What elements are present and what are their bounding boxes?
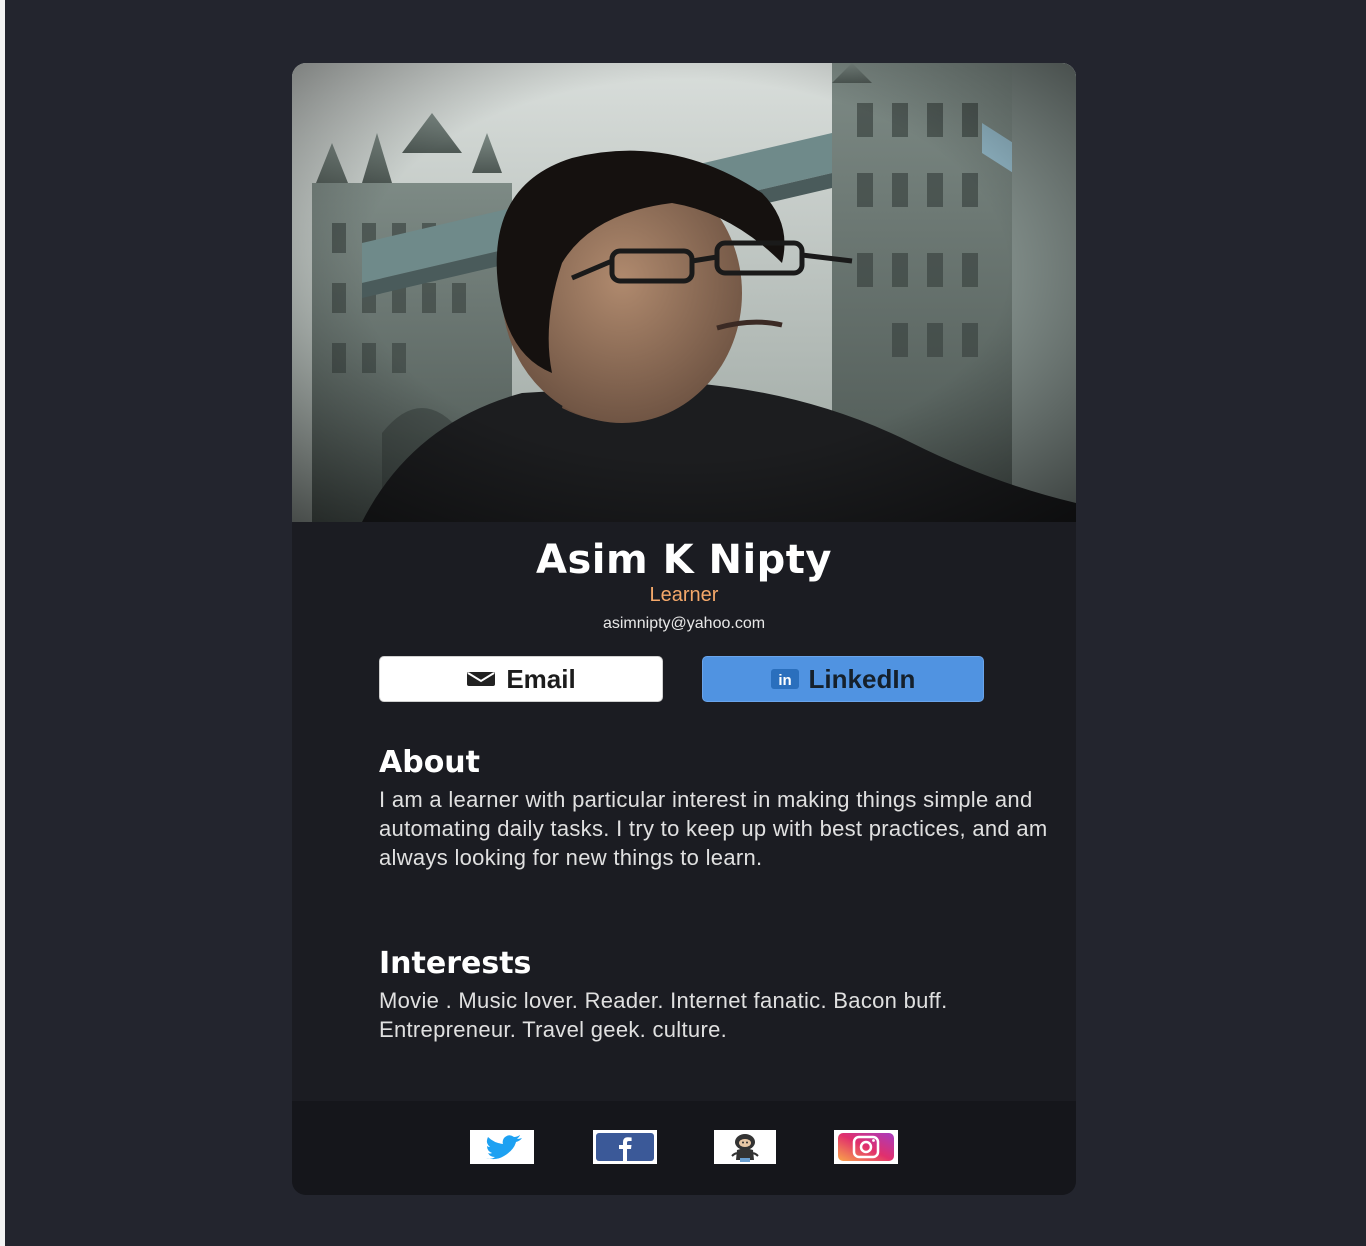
svg-text:in: in xyxy=(778,672,791,689)
profile-photo xyxy=(292,63,1076,522)
linkedin-button-label: LinkedIn xyxy=(808,663,916,694)
linkedin-icon: in xyxy=(770,668,799,690)
envelope-icon xyxy=(466,670,496,688)
profile-card: Asim K Nipty Learner asimnipty@yahoo.com… xyxy=(292,63,1076,1195)
about-heading: About xyxy=(379,745,481,780)
instagram-icon[interactable] xyxy=(834,1130,898,1164)
email-button[interactable]: Email xyxy=(379,656,663,702)
profile-name: Asim K Nipty xyxy=(535,537,833,583)
left-edge-strip xyxy=(0,0,5,1246)
twitter-icon[interactable] xyxy=(470,1130,534,1164)
facebook-icon[interactable] xyxy=(593,1130,657,1164)
interests-text: Movie . Music lover. Reader. Internet fa… xyxy=(379,988,948,1042)
interests-heading: Interests xyxy=(379,946,532,981)
github-icon[interactable] xyxy=(714,1130,776,1164)
profile-email: asimnipty@yahoo.com xyxy=(602,615,766,632)
about-text: I am a learner with particular interest … xyxy=(379,787,1048,870)
social-footer xyxy=(292,1101,1076,1195)
email-button-label: Email xyxy=(506,663,576,694)
linkedin-button[interactable]: in LinkedIn xyxy=(702,656,984,702)
profile-role: Learner xyxy=(649,584,719,606)
